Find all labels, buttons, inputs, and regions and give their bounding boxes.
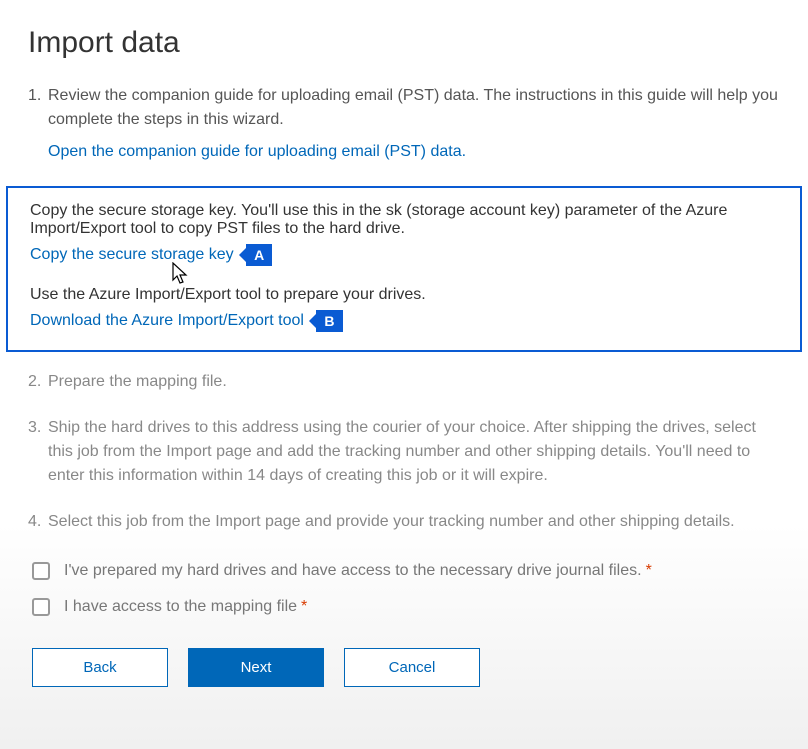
step-2: Copy the secure storage key. You'll use … [30, 202, 778, 266]
page-title: Import data [28, 26, 780, 60]
next-button[interactable]: Next [188, 648, 324, 687]
cancel-button[interactable]: Cancel [344, 648, 480, 687]
checkbox-mapping[interactable] [32, 598, 50, 616]
step-3: Use the Azure Import/Export tool to prep… [30, 286, 778, 332]
back-button[interactable]: Back [32, 648, 168, 687]
step-2-text: Copy the secure storage key. You'll use … [30, 202, 727, 237]
download-tool-link[interactable]: Download the Azure Import/Export tool [30, 312, 304, 330]
step-1-text: Review the companion guide for uploading… [48, 87, 778, 128]
checkbox-row-drives: I've prepared my hard drives and have ac… [32, 562, 780, 580]
copy-storage-key-link[interactable]: Copy the secure storage key [30, 246, 234, 264]
callout-a: A [246, 244, 272, 266]
checkbox-group: I've prepared my hard drives and have ac… [32, 562, 780, 616]
required-mark: * [301, 598, 307, 616]
required-mark: * [646, 562, 652, 580]
step-5: Ship the hard drives to this address usi… [28, 416, 780, 488]
step-4-text: Prepare the mapping file. [48, 373, 227, 390]
companion-guide-link[interactable]: Open the companion guide for uploading e… [48, 140, 466, 164]
steps-list: Review the companion guide for uploading… [28, 84, 780, 534]
step-4: Prepare the mapping file. [28, 370, 780, 394]
callout-b: B [316, 310, 342, 332]
checkbox-drives[interactable] [32, 562, 50, 580]
step-3-text: Use the Azure Import/Export tool to prep… [30, 286, 426, 303]
step-5-text: Ship the hard drives to this address usi… [48, 419, 756, 484]
step-1: Review the companion guide for uploading… [28, 84, 780, 164]
step-6-text: Select this job from the Import page and… [48, 513, 735, 530]
highlight-box: Copy the secure storage key. You'll use … [6, 186, 802, 352]
checkbox-row-mapping: I have access to the mapping file * [32, 598, 780, 616]
step-6: Select this job from the Import page and… [28, 510, 780, 534]
checkbox-mapping-label: I have access to the mapping file [64, 598, 297, 616]
checkbox-drives-label: I've prepared my hard drives and have ac… [64, 562, 642, 580]
button-row: Back Next Cancel [32, 648, 780, 687]
